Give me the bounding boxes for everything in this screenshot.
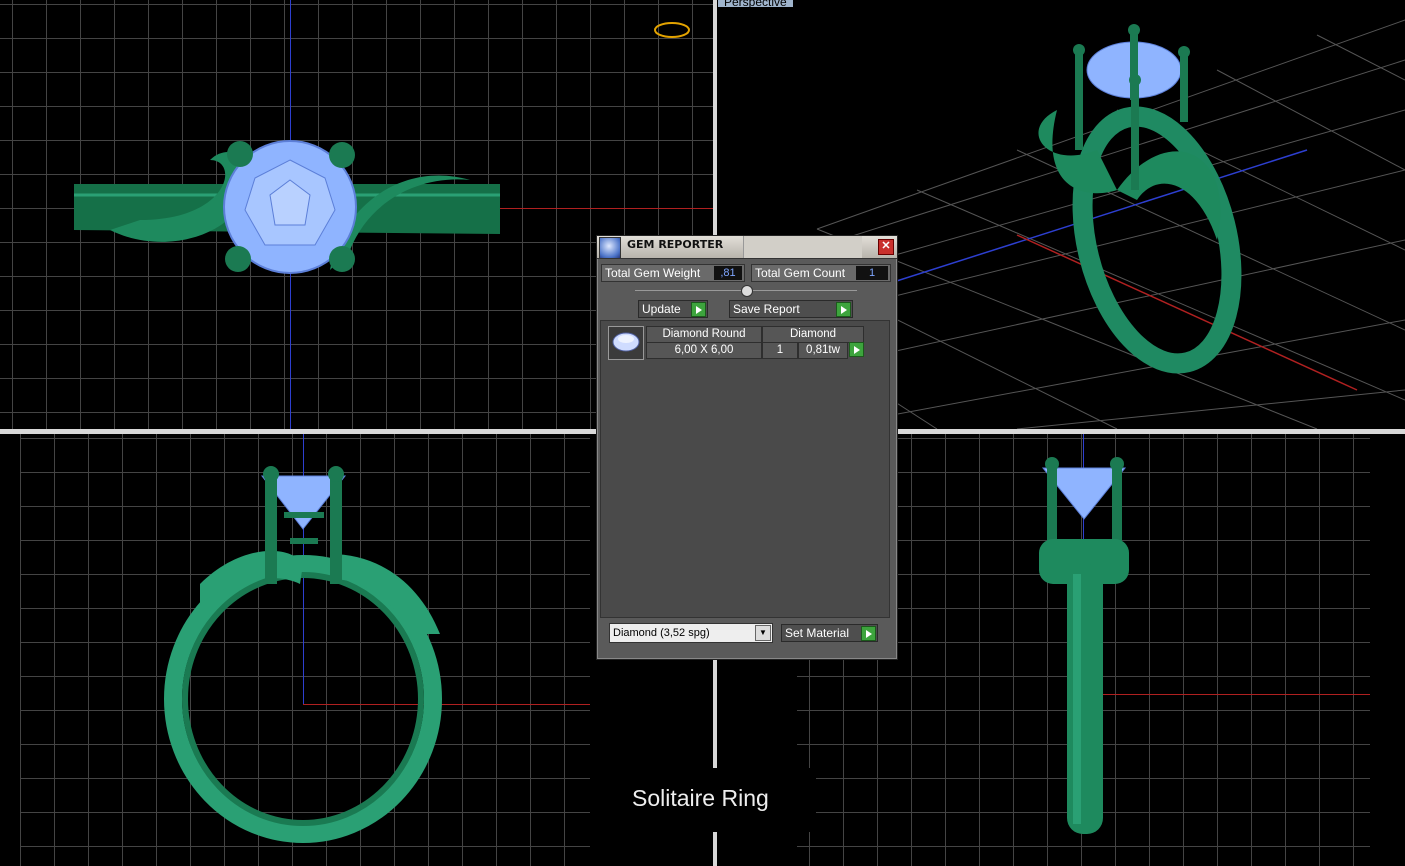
ring-front-view [164, 466, 442, 843]
set-material-button-label: Set Material [785, 626, 850, 640]
total-gem-count-label: Total Gem Count [755, 266, 846, 280]
total-gem-count: Total Gem Count 1 [751, 264, 891, 282]
gem-shape-cell: Diamond Round [646, 326, 762, 343]
chevron-down-icon[interactable]: ▼ [755, 625, 771, 641]
title-bar[interactable]: GEM REPORTER ✕ [597, 236, 897, 259]
window-title: GEM REPORTER [627, 238, 724, 251]
play-arrow-icon [836, 302, 851, 317]
material-select-value: Diamond (3,52 spg) [613, 627, 710, 639]
update-button[interactable]: Update [638, 300, 708, 318]
gem-list[interactable]: Diamond Round Diamond 6,00 X 6,00 1 0,81… [600, 320, 890, 618]
viewport-label: Perspective [718, 0, 793, 7]
save-report-button-label: Save Report [733, 302, 800, 316]
gem-reporter-icon [599, 237, 621, 259]
gem-count-cell: 1 [762, 342, 798, 359]
gem-row-action-button[interactable] [848, 342, 864, 357]
gem-material-cell: Diamond [762, 326, 864, 343]
close-icon[interactable]: ✕ [878, 239, 894, 255]
viewport-front[interactable] [0, 434, 590, 866]
title-bar-section [743, 236, 862, 258]
material-select[interactable]: Diamond (3,52 spg) ▼ [609, 623, 773, 643]
caption-box: Solitaire Ring [590, 768, 816, 832]
play-arrow-icon [691, 302, 706, 317]
diamond-gem-icon [608, 326, 644, 360]
caption-text: Solitaire Ring [632, 785, 769, 811]
play-arrow-icon [849, 342, 864, 357]
total-gem-weight-label: Total Gem Weight [605, 266, 701, 280]
play-arrow-icon [861, 626, 876, 641]
total-gem-count-value: 1 [856, 266, 888, 280]
set-material-button[interactable]: Set Material [781, 624, 878, 642]
total-gem-weight-value: ,81 [714, 266, 742, 280]
gem-weight-cell: 0,81tw [798, 342, 848, 359]
update-button-label: Update [642, 302, 681, 316]
gem-size-cell: 6,00 X 6,00 [646, 342, 762, 359]
gem-reporter-window[interactable]: GEM REPORTER ✕ Total Gem Weight ,81 Tota… [596, 235, 898, 660]
collapse-handle-icon[interactable] [741, 285, 753, 297]
save-report-button[interactable]: Save Report [729, 300, 853, 318]
total-gem-weight: Total Gem Weight ,81 [601, 264, 745, 282]
